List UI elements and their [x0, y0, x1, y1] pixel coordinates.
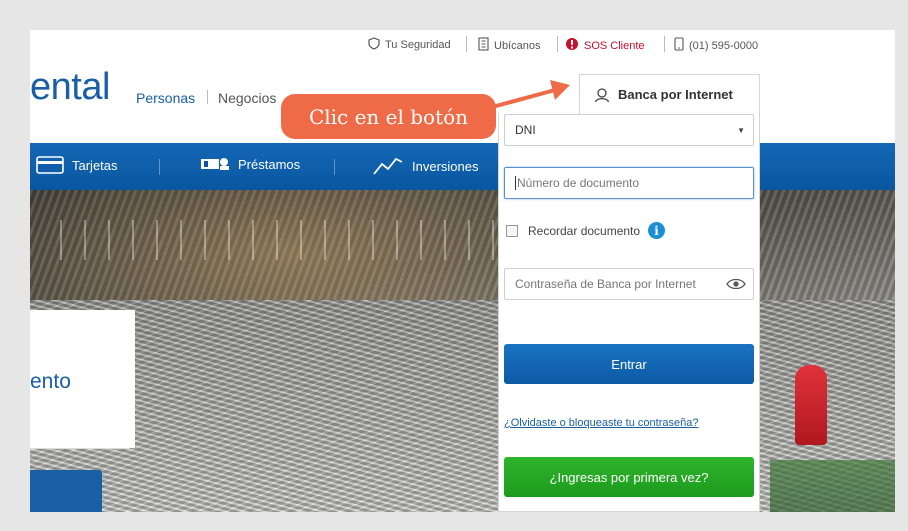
annotation-callout: Clic en el botón	[281, 94, 496, 139]
credit-card-icon	[36, 156, 64, 174]
user-icon	[594, 87, 610, 102]
nav-item-tarjetas[interactable]: Tarjetas	[36, 156, 118, 174]
password-placeholder: Contraseña de Banca por Internet	[515, 277, 696, 291]
nav-label: Inversiones	[412, 158, 479, 174]
document-number-placeholder: Número de documento	[517, 176, 640, 190]
chart-trend-icon	[373, 157, 403, 175]
hero-title: ento	[30, 370, 71, 393]
divider	[664, 36, 665, 52]
hero-banner	[30, 190, 895, 512]
bank-logo[interactable]: ental	[30, 66, 110, 109]
bottle-mascot	[795, 365, 827, 445]
browser-viewport: Tu Seguridad Ubícanos SOS Cliente (01) 5…	[30, 30, 895, 512]
divider	[334, 159, 335, 175]
document-number-input[interactable]: Número de documento	[504, 167, 754, 199]
enter-button[interactable]: Entrar	[504, 344, 754, 384]
hero-cta-button[interactable]	[30, 470, 102, 512]
segment-negocios[interactable]: Negocios	[218, 90, 276, 106]
first-time-button[interactable]: ¿Ingresas por primera vez?	[504, 457, 754, 497]
phone-label: (01) 595-0000	[689, 39, 759, 52]
divider	[207, 90, 208, 104]
shield-icon	[368, 37, 380, 53]
divider	[466, 36, 467, 52]
sos-link[interactable]: SOS Cliente	[565, 37, 645, 54]
nav-item-inversiones[interactable]: Inversiones	[372, 156, 478, 176]
remember-label: Recordar documento	[528, 223, 641, 238]
divider	[159, 159, 160, 175]
stadium-lights	[60, 220, 520, 260]
remember-checkbox[interactable]	[506, 224, 518, 237]
security-link[interactable]: Tu Seguridad	[368, 37, 451, 53]
document-type-select[interactable]: DNI ▼	[504, 114, 754, 146]
banca-por-internet-tab[interactable]: Banca por Internet	[579, 74, 760, 114]
divider	[557, 36, 558, 52]
sos-alert-icon	[565, 37, 579, 54]
phone-link[interactable]: (01) 595-0000	[674, 37, 758, 54]
nav-label: Tarjetas	[72, 157, 118, 173]
locate-link[interactable]: Ubícanos	[478, 37, 540, 54]
stadium-field	[770, 460, 895, 512]
hero-card: ento	[30, 310, 135, 449]
building-icon	[478, 37, 489, 54]
stadium-crowd	[30, 300, 895, 512]
text-cursor	[515, 176, 516, 190]
segment-personas[interactable]: Personas	[136, 90, 195, 106]
password-input[interactable]: Contraseña de Banca por Internet	[504, 268, 754, 300]
info-icon[interactable]: i	[648, 222, 666, 239]
phone-icon	[674, 37, 684, 54]
security-label: Tu Seguridad	[385, 39, 451, 51]
chevron-down-icon: ▼	[737, 126, 745, 135]
main-nav: Tarjetas Préstamos Inversiones	[30, 143, 895, 190]
divider	[30, 448, 130, 449]
cash-icon	[201, 158, 229, 170]
eye-icon[interactable]	[726, 277, 746, 294]
forgot-password-link[interactable]: ¿Olvidaste o bloqueaste tu contraseña?	[504, 417, 698, 429]
locate-label: Ubícanos	[494, 39, 541, 52]
tab-label: Banca por Internet	[618, 87, 733, 102]
document-type-value: DNI	[515, 123, 536, 137]
utility-bar: Tu Seguridad Ubícanos SOS Cliente (01) 5…	[30, 30, 895, 60]
nav-item-prestamos[interactable]: Préstamos	[200, 156, 300, 172]
nav-label: Préstamos	[238, 156, 301, 172]
remember-document: Recordar documento i	[506, 222, 666, 239]
sos-label: SOS Cliente	[584, 39, 645, 52]
